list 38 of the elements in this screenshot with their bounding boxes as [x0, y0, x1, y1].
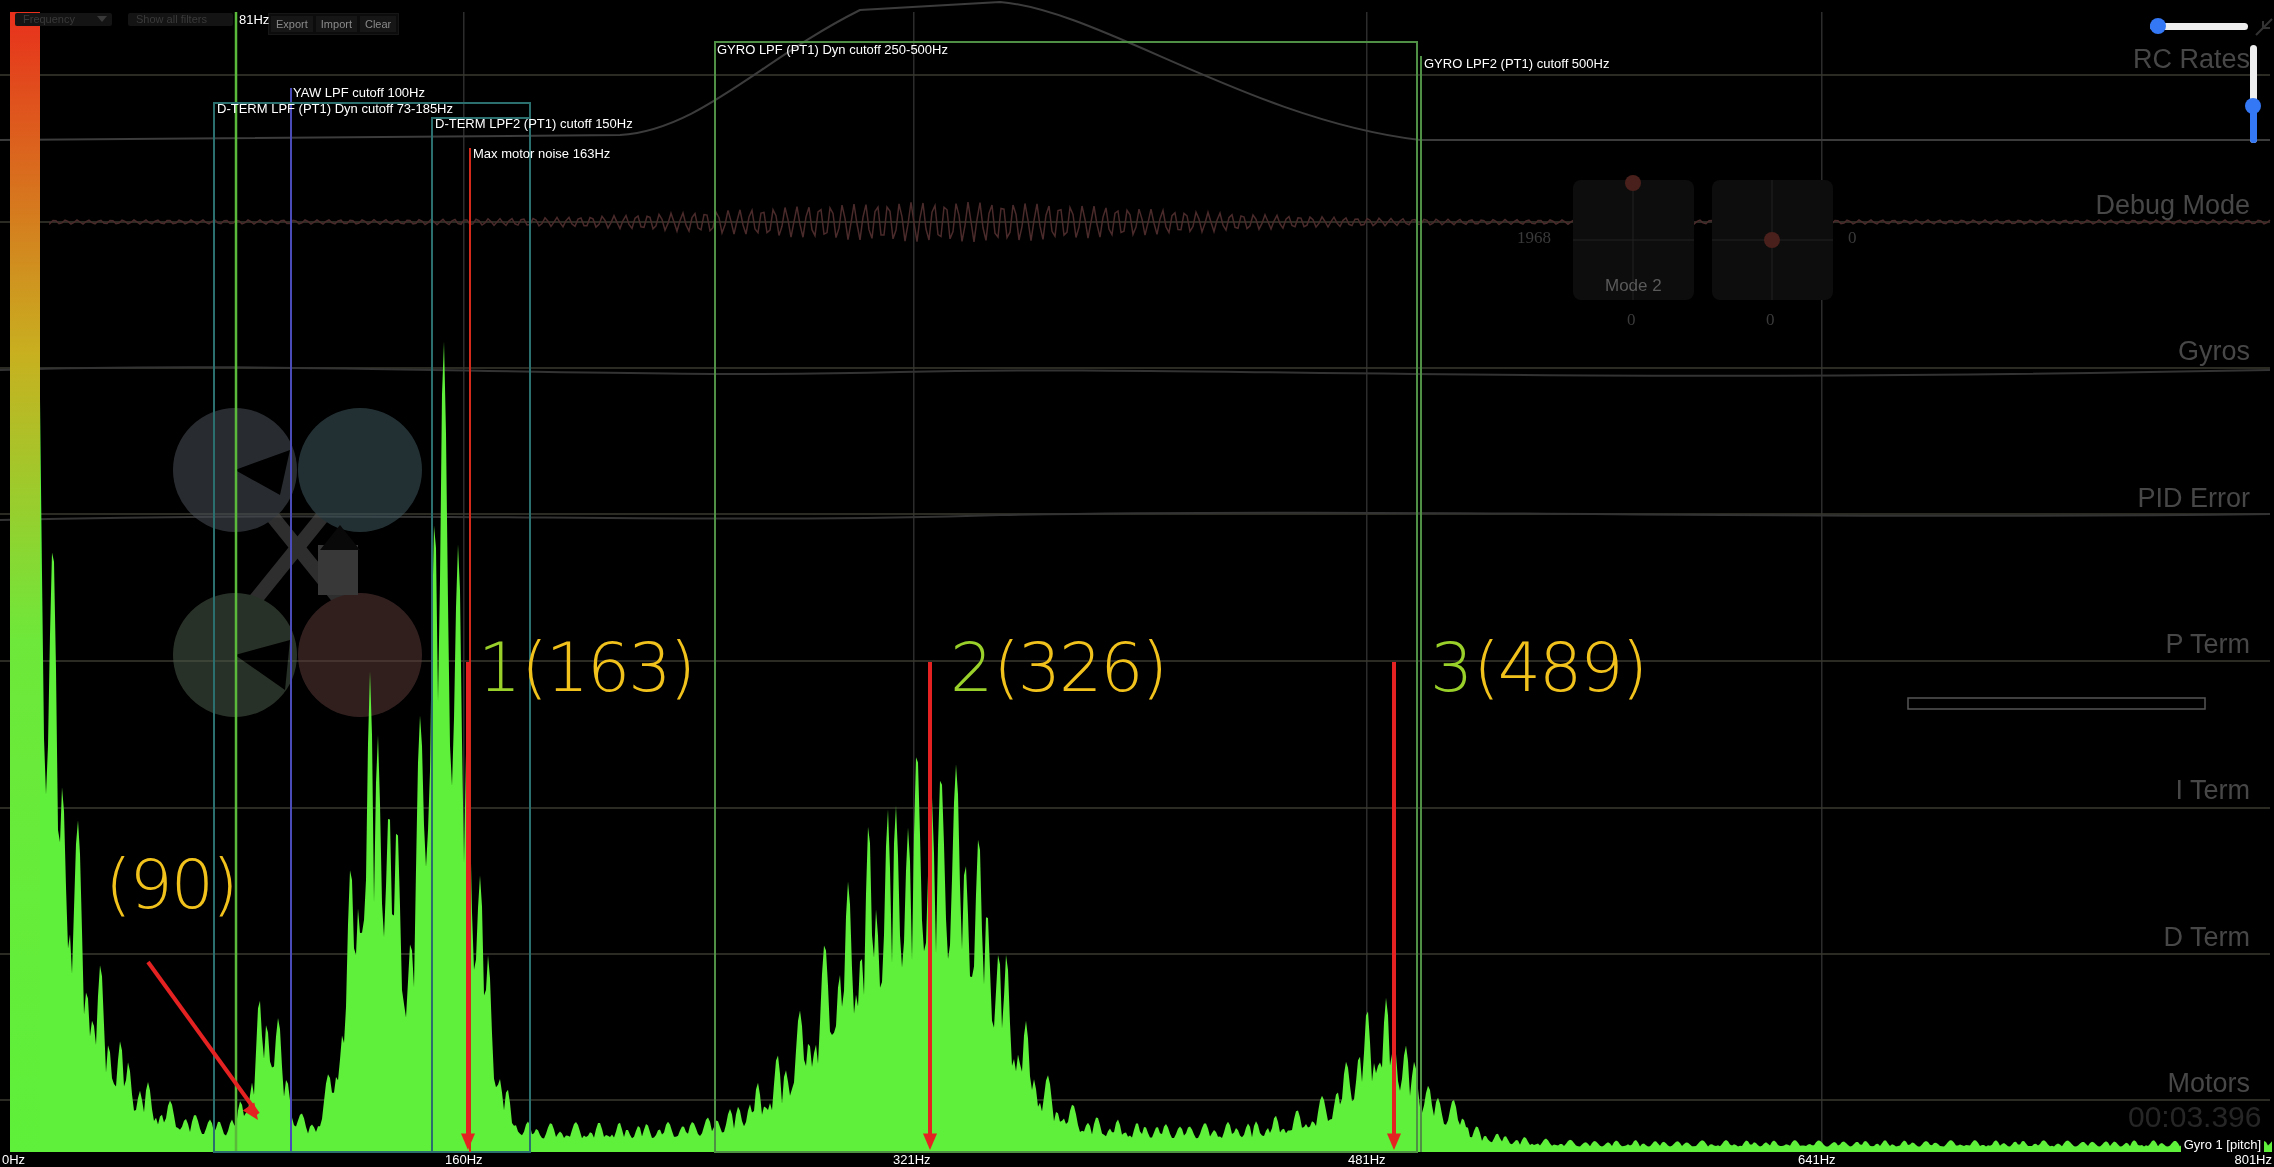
stick-value: 1968: [1517, 228, 1551, 248]
annotation-number: 2: [950, 628, 994, 708]
caret-icon: [97, 16, 107, 22]
annotation-number: 1: [478, 628, 522, 708]
axis-tick-label: 801Hz: [2234, 1153, 2272, 1167]
filter-label: GYRO LPF (PT1) Dyn cutoff 250-500Hz: [717, 42, 948, 58]
axis-tick-label: 481Hz: [1348, 1153, 1386, 1167]
axis-tick-label: 641Hz: [1798, 1153, 1836, 1167]
annotation-value: (489): [1473, 628, 1647, 708]
toolbar-button[interactable]: Import: [315, 16, 357, 32]
filter-label: D-TERM LPF2 (PT1) cutoff 150Hz: [435, 116, 633, 132]
graph-label: I Term: [2175, 775, 2250, 805]
annotation-value: (90): [105, 845, 237, 925]
stick-mode-label: Mode 2: [1605, 276, 1662, 296]
annotation-value: (326): [993, 628, 1167, 708]
toolbar-button[interactable]: Clear: [360, 16, 397, 32]
stick-value: 0: [1627, 310, 1636, 330]
graph-label: D Term: [2163, 922, 2250, 952]
annotation-number: 3: [1430, 628, 1474, 708]
slider-thumb[interactable]: [2149, 18, 2166, 34]
graph-label: P Term: [2165, 629, 2250, 659]
filter-label: YAW LPF cutoff 100Hz: [293, 85, 425, 101]
filter-label: Max motor noise 163Hz: [473, 146, 611, 162]
graph-label: Debug Mode: [2095, 190, 2250, 220]
graph-label: RC Rates: [2132, 44, 2250, 74]
axis-tick-label: 160Hz: [445, 1153, 483, 1167]
slider-thumb[interactable]: [2245, 97, 2261, 114]
stick-value: 0: [1766, 310, 1775, 330]
annotation-value: (163): [521, 628, 695, 708]
axis-tick-label: 0Hz: [2, 1153, 26, 1167]
axis-tick-label: 321Hz: [893, 1153, 931, 1167]
toolbar-button[interactable]: Export: [271, 16, 313, 32]
graph-label: Gyros: [2178, 336, 2250, 366]
graph-label: Motors: [2167, 1068, 2250, 1098]
stick-value: 0: [1848, 228, 1857, 248]
cursor-label: 81Hz: [239, 12, 270, 28]
filter-label: GYRO LPF2 (PT1) cutoff 500Hz: [1424, 56, 1610, 72]
graph-label: PID Error: [2137, 483, 2250, 513]
